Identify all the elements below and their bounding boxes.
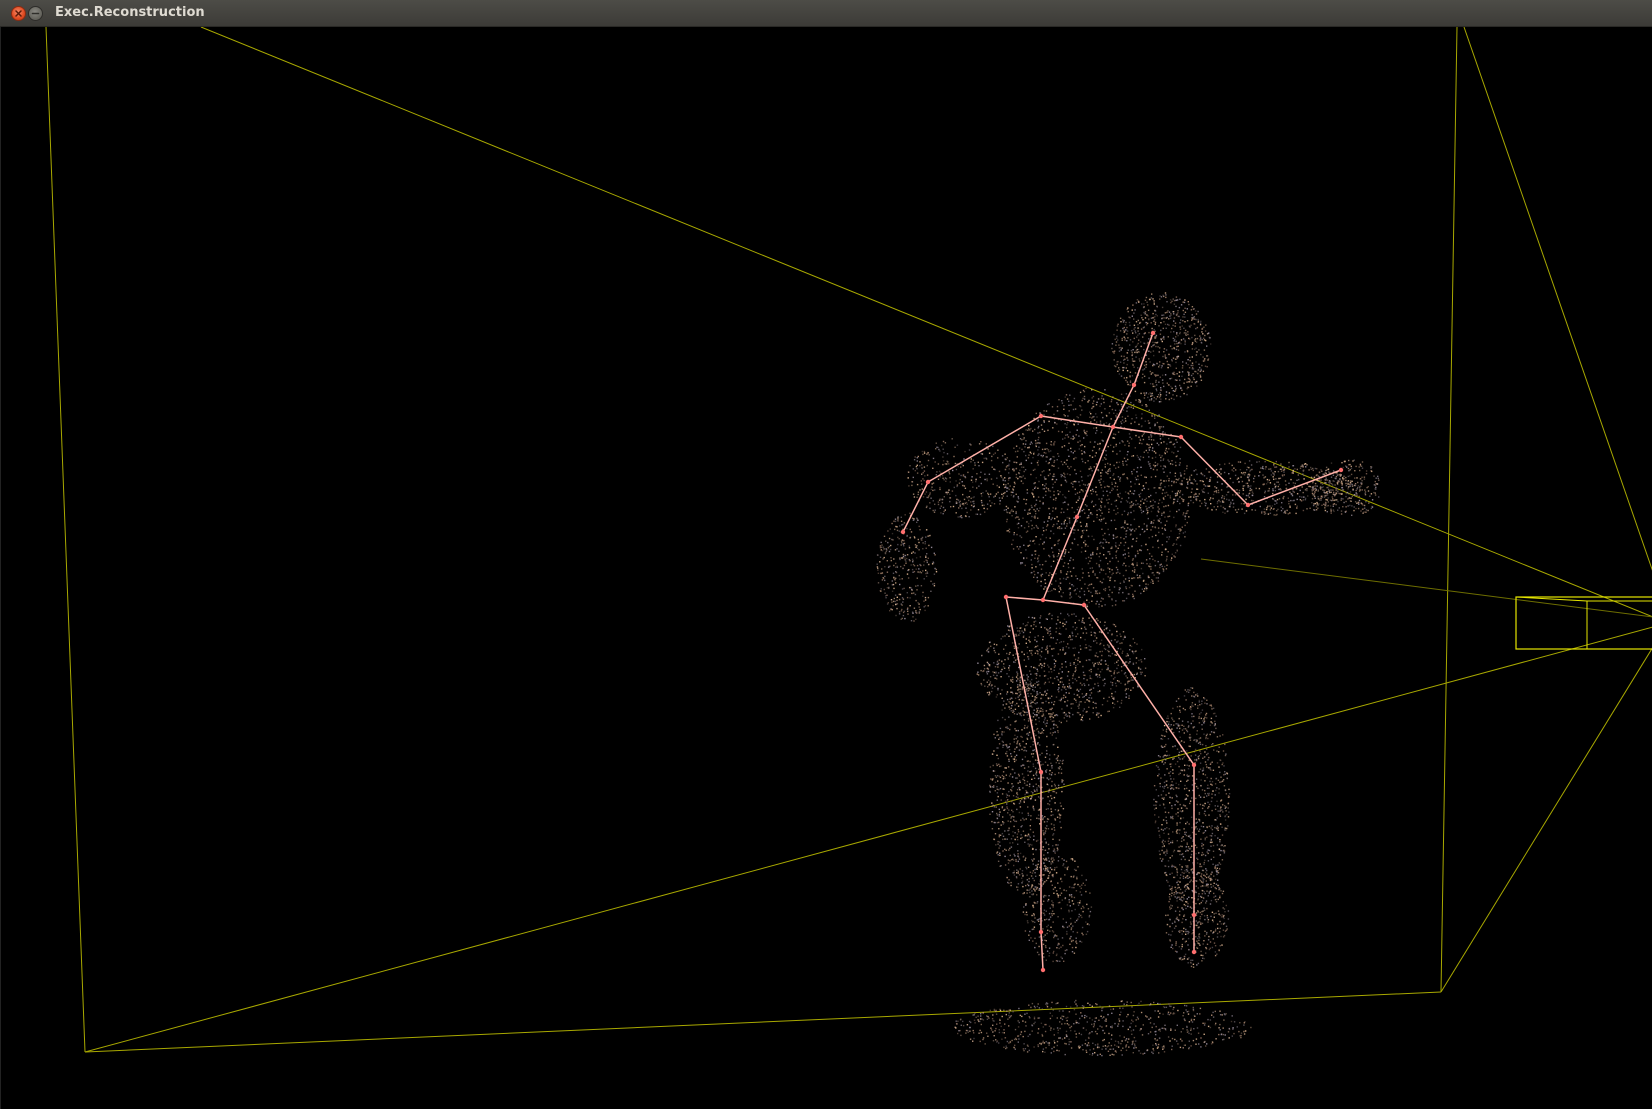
skeleton-joint	[1131, 382, 1137, 388]
app-window: Exec.Reconstruction	[0, 0, 1652, 1109]
frustum-edge	[1440, 647, 1652, 993]
skeleton-joint	[1038, 769, 1044, 775]
hips	[1005, 596, 1085, 606]
skeleton-joint	[1038, 929, 1044, 935]
camera-model	[1515, 596, 1652, 650]
minimize-icon[interactable]	[28, 6, 43, 21]
skeleton-joint	[1338, 467, 1344, 473]
skeleton-joint	[1081, 602, 1087, 608]
camera-frustum	[45, 27, 1652, 1053]
frustum-edge	[200, 27, 1652, 618]
right-arm	[1180, 436, 1342, 506]
right-leg	[1083, 604, 1195, 952]
skeleton-joint	[900, 529, 906, 535]
skeleton-joint	[1245, 502, 1251, 508]
frustum-edge	[45, 27, 86, 1053]
spine	[1042, 332, 1154, 601]
skeleton-joint	[1191, 762, 1197, 768]
skeleton-joint	[1038, 413, 1044, 419]
frustum-edge	[1200, 558, 1652, 618]
skeleton-joint	[1178, 434, 1184, 440]
skeleton-joint	[1191, 949, 1197, 955]
skeleton-joint	[1191, 912, 1197, 918]
skeleton-joint	[1110, 424, 1116, 430]
camera-box-front	[1515, 596, 1652, 650]
skeleton-joint	[1003, 594, 1009, 600]
left-arm	[902, 415, 1042, 533]
skeleton-joint	[1040, 597, 1046, 603]
close-icon[interactable]	[11, 6, 26, 21]
skeleton-joint	[1040, 967, 1046, 973]
frustum-edge	[1463, 27, 1652, 571]
frustum-edge	[1440, 27, 1458, 993]
reconstruction-canvas[interactable]	[1, 27, 1652, 1109]
skeleton-joint	[1150, 330, 1156, 336]
3d-viewport[interactable]	[0, 27, 1652, 1109]
skeleton-joint	[925, 479, 931, 485]
frustum-edge	[84, 626, 1652, 1053]
frustum-edge	[84, 991, 1442, 1053]
window-title: Exec.Reconstruction	[55, 5, 205, 20]
title-bar[interactable]: Exec.Reconstruction	[0, 0, 1652, 27]
point-cloud	[876, 292, 1380, 1057]
skeleton-joint	[1074, 514, 1080, 520]
